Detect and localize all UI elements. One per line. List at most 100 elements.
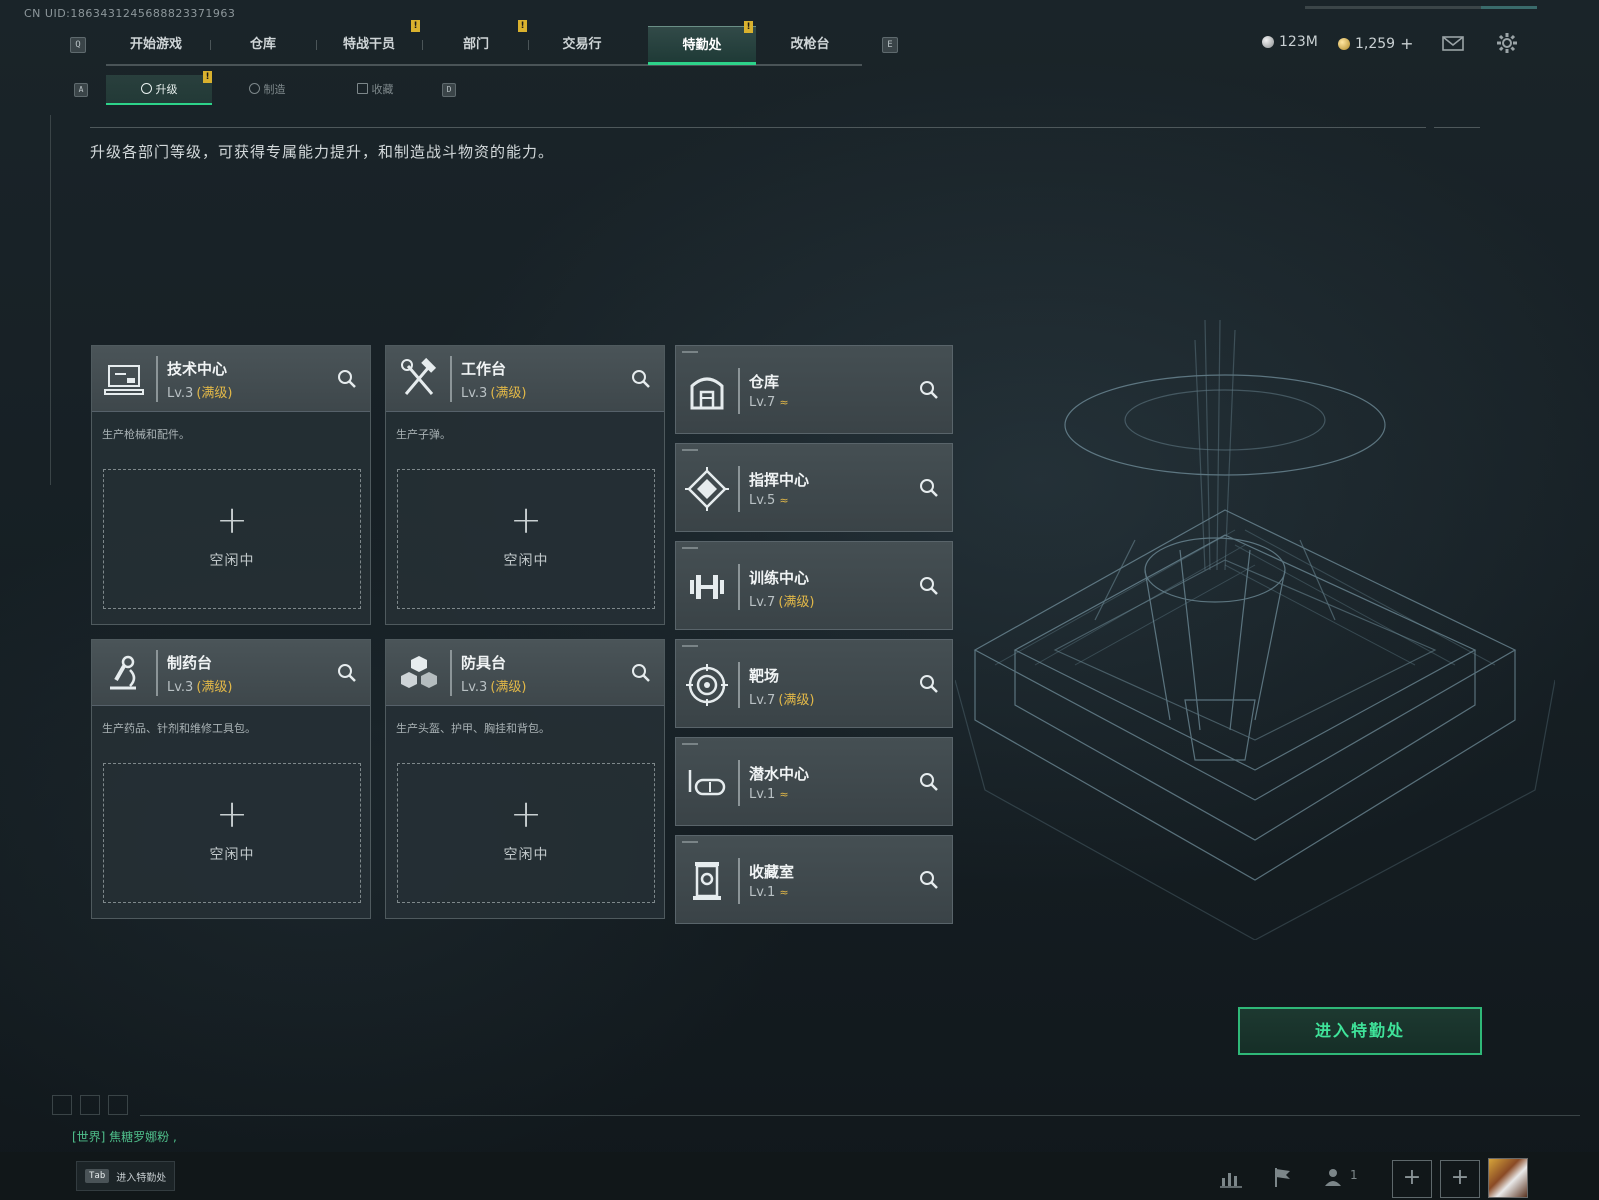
- search-icon[interactable]: [336, 662, 358, 684]
- search-icon[interactable]: [918, 379, 940, 401]
- silver-coin-icon: [1262, 36, 1274, 48]
- card-tick: [682, 743, 698, 745]
- facility-command-center[interactable]: 指挥中心 Lv.5 ≈: [675, 443, 953, 532]
- card-tick: [682, 841, 698, 843]
- stats-chart-icon[interactable]: [1218, 1164, 1244, 1190]
- header-divider: [90, 127, 1426, 128]
- production-slot[interactable]: + 空闲中: [397, 763, 655, 903]
- decor-line: [50, 115, 51, 485]
- gold-currency[interactable]: 1,259 +: [1338, 34, 1414, 53]
- top-status-bar: [1305, 6, 1537, 9]
- search-icon[interactable]: [918, 673, 940, 695]
- tab-alert-badge: !: [411, 20, 420, 32]
- subtab-label: 制造: [263, 83, 286, 96]
- search-icon[interactable]: [336, 368, 358, 390]
- player-avatar[interactable]: [1488, 1158, 1528, 1198]
- workstation-pharmacy[interactable]: 制药台 Lv.3 (满级) 生产药品、针剂和维修工具包。 + 空闲中: [91, 639, 371, 919]
- workstation-description: 生产枪械和配件。: [102, 428, 190, 441]
- sub-navigation: A 升级 ! 制造 收藏 D: [70, 71, 470, 105]
- card-tick: [682, 449, 698, 451]
- facility-level: Lv.7 ≈: [749, 395, 789, 410]
- header-divider-bar: [450, 650, 452, 696]
- subtab-craft[interactable]: 制造: [214, 75, 320, 105]
- armor-blocks-icon: [394, 648, 444, 698]
- workstation-name: 防具台: [461, 654, 507, 672]
- workstation-tech-center[interactable]: 技术中心 Lv.3 (满级) 生产枪械和配件。 + 空闲中: [91, 345, 371, 625]
- decor-square: [80, 1095, 100, 1115]
- mail-icon[interactable]: [1440, 30, 1466, 56]
- facility-shooting-range[interactable]: 靶场 Lv.7 (满级): [675, 639, 953, 728]
- tab-start-game[interactable]: 开始游戏: [102, 26, 210, 64]
- card-header: 技术中心 Lv.3 (满级): [92, 346, 370, 412]
- gold-add-icon[interactable]: +: [1400, 34, 1413, 53]
- subtab-label: 升级: [155, 83, 178, 96]
- level-value: Lv.3: [167, 386, 194, 401]
- tab-trading[interactable]: 交易行: [528, 26, 636, 64]
- level-value: Lv.3: [167, 680, 194, 695]
- tab-label: 特勤处: [682, 38, 722, 53]
- target-icon: [684, 662, 730, 708]
- diving-mask-icon: [684, 760, 730, 806]
- header-divider-bar: [450, 356, 452, 402]
- search-icon[interactable]: [918, 869, 940, 891]
- workstation-armor-bench[interactable]: 防具台 Lv.3 (满级) 生产头盔、护甲、胸挂和背包。 + 空闲中: [385, 639, 665, 919]
- nav-next-key-hint[interactable]: E: [882, 37, 898, 53]
- level-value: Lv.1: [749, 885, 776, 900]
- tab-label: 开始游戏: [129, 37, 182, 52]
- microscope-icon: [100, 648, 150, 698]
- production-slot[interactable]: + 空闲中: [103, 469, 361, 609]
- tab-shortcut-hint[interactable]: Tab 进入特勤处: [76, 1161, 176, 1191]
- facility-collection-room[interactable]: 收藏室 Lv.1 ≈: [675, 835, 953, 924]
- silver-currency: 123M: [1262, 34, 1318, 50]
- enter-special-ops-button[interactable]: 进入特勤处: [1238, 1007, 1482, 1055]
- search-icon[interactable]: [918, 771, 940, 793]
- facility-level: Lv.7 (满级): [749, 591, 815, 610]
- facility-warehouse[interactable]: 仓库 Lv.7 ≈: [675, 345, 953, 434]
- search-icon[interactable]: [918, 477, 940, 499]
- workstation-workbench[interactable]: 工作台 Lv.3 (满级) 生产子弹。 + 空闲中: [385, 345, 665, 625]
- search-icon[interactable]: [630, 368, 652, 390]
- workstation-level: Lv.3 (满级): [167, 676, 233, 695]
- upgrade-available-icon: ≈: [779, 494, 789, 507]
- tab-alert-badge: !: [744, 21, 753, 33]
- tab-gunsmith[interactable]: 改枪台: [756, 26, 864, 64]
- friends-icon[interactable]: [1322, 1164, 1348, 1190]
- tab-warehouse[interactable]: 仓库: [209, 26, 317, 64]
- workstation-level: Lv.3 (满级): [167, 382, 233, 401]
- max-level-badge: (满级): [490, 680, 527, 695]
- production-slot[interactable]: + 空闲中: [103, 763, 361, 903]
- nav-prev-key-hint[interactable]: Q: [70, 37, 86, 53]
- subnav-next-key-hint[interactable]: D: [442, 83, 456, 97]
- hammer-wrench-icon: [394, 354, 444, 404]
- tab-key-label: Tab: [85, 1169, 110, 1183]
- facility-training-center[interactable]: 训练中心 Lv.7 (满级): [675, 541, 953, 630]
- facility-level: Lv.1 ≈: [749, 787, 789, 802]
- upgrade-icon: [140, 83, 152, 94]
- settings-gear-icon[interactable]: [1494, 30, 1520, 56]
- facility-name: 收藏室: [749, 863, 795, 881]
- max-level-badge: (满级): [778, 595, 815, 610]
- subtab-collection[interactable]: 收藏: [322, 75, 428, 105]
- invite-slot-2[interactable]: +: [1440, 1160, 1480, 1198]
- gold-amount: 1,259: [1355, 35, 1396, 52]
- search-icon[interactable]: [630, 662, 652, 684]
- search-icon[interactable]: [918, 575, 940, 597]
- subnav-prev-key-hint[interactable]: A: [74, 83, 88, 97]
- facility-level: Lv.5 ≈: [749, 493, 789, 508]
- production-slot[interactable]: + 空闲中: [397, 469, 655, 609]
- facility-name: 靶场: [749, 667, 780, 685]
- flag-icon[interactable]: [1270, 1164, 1296, 1190]
- workstation-name: 工作台: [461, 360, 507, 378]
- tab-operators[interactable]: 特战干员!: [315, 20, 423, 64]
- display-case-icon: [684, 858, 730, 904]
- dumbbell-icon: [684, 564, 730, 610]
- decor-line: [140, 1115, 1580, 1116]
- tab-special-ops[interactable]: 特勤处!: [648, 21, 756, 65]
- facility-diving-center[interactable]: 潜水中心 Lv.1 ≈: [675, 737, 953, 826]
- subtab-upgrade[interactable]: 升级: [106, 75, 212, 105]
- level-value: Lv.3: [461, 386, 488, 401]
- world-chat-line[interactable]: [世界] 焦糖罗娜粉 ,: [72, 1128, 177, 1145]
- slot-status: 空闲中: [503, 553, 549, 569]
- invite-slot-1[interactable]: +: [1392, 1160, 1432, 1198]
- tab-department[interactable]: 部门!: [422, 20, 530, 64]
